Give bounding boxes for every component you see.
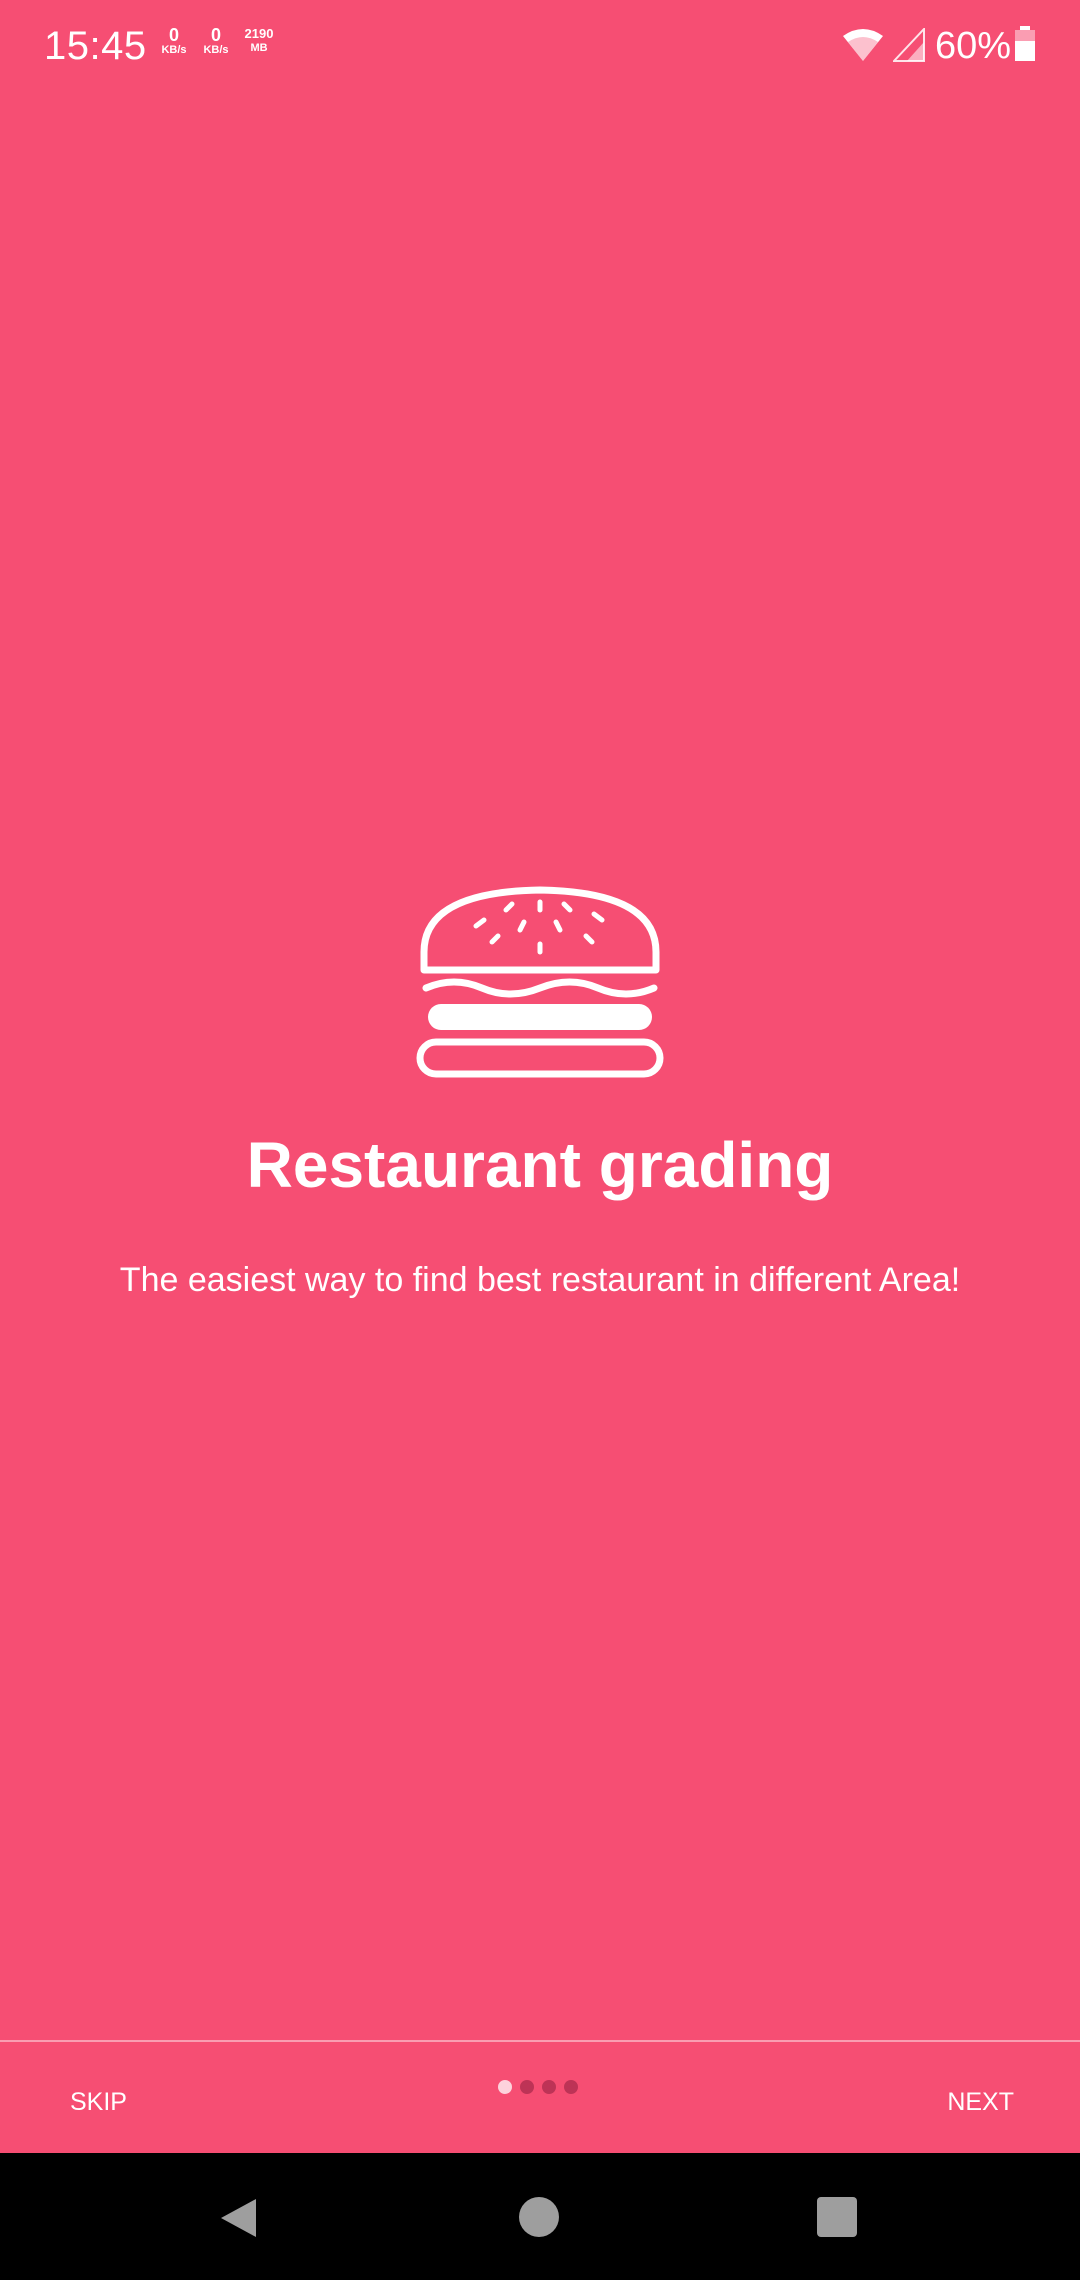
page-dot-1[interactable] xyxy=(498,2080,512,2094)
burger-icon xyxy=(416,886,664,1078)
net-stat-value: 0 xyxy=(210,25,221,45)
battery-icon xyxy=(1015,26,1035,61)
slide-title: Restaurant grading xyxy=(246,1129,834,1201)
network-speed-down: 0 KB/s xyxy=(194,26,238,56)
back-icon[interactable] xyxy=(218,2197,258,2239)
home-icon[interactable] xyxy=(519,2197,559,2237)
slide-description: The easiest way to find best restaurant … xyxy=(119,1261,961,1299)
next-button[interactable]: NEXT xyxy=(947,2076,1014,2128)
battery-percent: 60% xyxy=(935,25,1012,67)
net-stat-value: 2190 xyxy=(244,26,274,41)
status-time: 15:45 xyxy=(44,24,147,68)
page-dot-3[interactable] xyxy=(542,2080,556,2094)
signal-icon xyxy=(893,28,925,62)
net-stat-value: 0 xyxy=(168,25,179,45)
skip-button[interactable]: SKIP xyxy=(70,2076,127,2128)
page-dot-4[interactable] xyxy=(564,2080,578,2094)
navigation-bar xyxy=(0,2153,1080,2280)
bottom-divider xyxy=(0,2040,1080,2042)
net-stat-unit: KB/s xyxy=(203,44,229,56)
network-speed-up: 0 KB/s xyxy=(152,26,196,56)
net-stat-unit: KB/s xyxy=(161,44,187,56)
wifi-icon xyxy=(843,29,883,61)
status-bar: 15:45 0 KB/s 0 KB/s 2190 MB 60% xyxy=(0,0,1080,92)
memory-usage: 2190 MB xyxy=(237,26,281,54)
net-stat-unit: MB xyxy=(250,42,268,54)
page-dot-2[interactable] xyxy=(520,2080,534,2094)
recents-icon[interactable] xyxy=(817,2197,857,2237)
